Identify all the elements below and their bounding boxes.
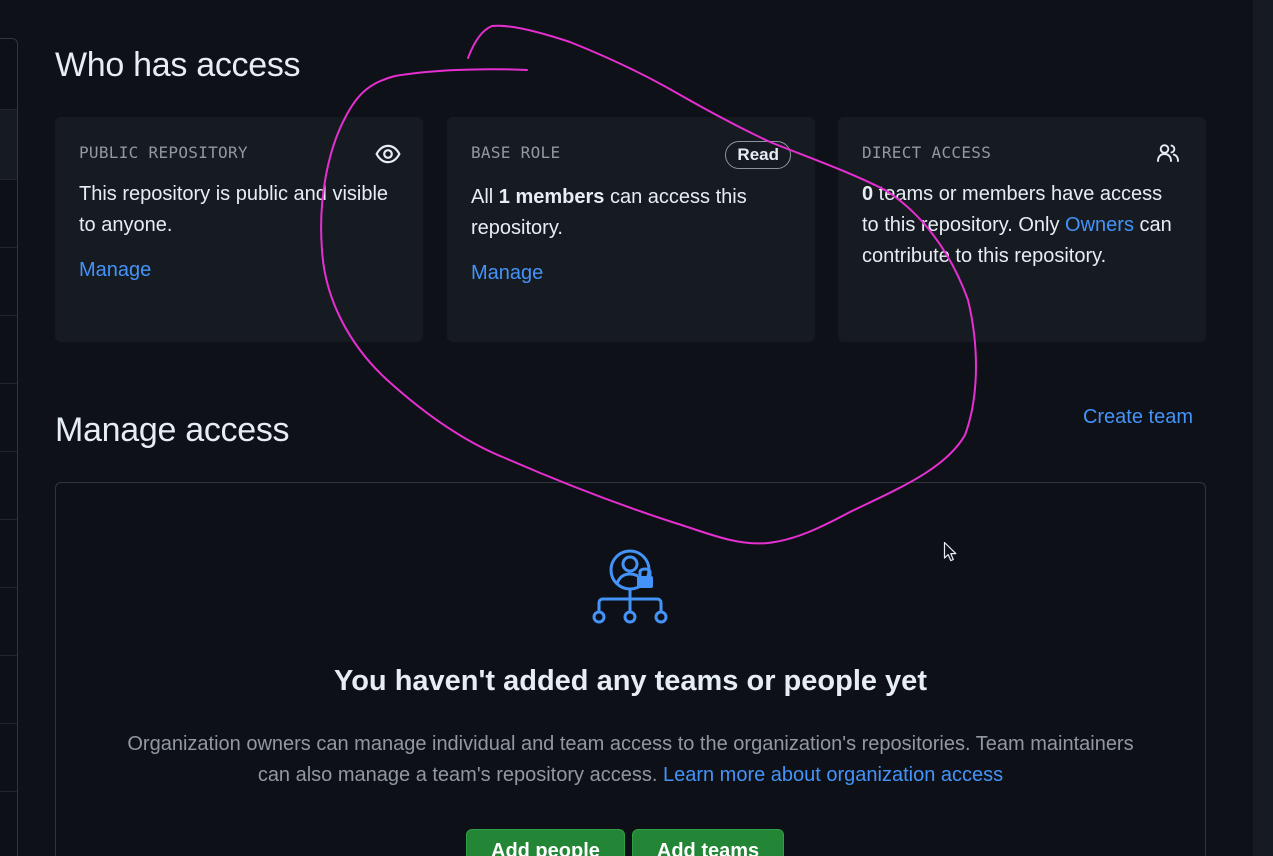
add-people-button[interactable]: Add people xyxy=(466,829,625,856)
person-lock-team-icon xyxy=(592,549,668,624)
sidebar-divider xyxy=(0,519,17,520)
create-team-link[interactable]: Create team xyxy=(1083,406,1193,429)
card-description: All 1 members can access this repository… xyxy=(471,182,791,244)
body-text: All xyxy=(471,186,499,208)
sidebar-divider xyxy=(0,451,17,452)
public-repository-card: PUBLIC REPOSITORY This repository is pub… xyxy=(55,117,423,342)
card-label: PUBLIC REPOSITORY xyxy=(79,143,248,162)
owners-link[interactable]: Owners xyxy=(1065,214,1134,236)
people-icon xyxy=(1157,144,1179,162)
sidebar-divider xyxy=(0,655,17,656)
scrollbar-track[interactable] xyxy=(1253,0,1273,856)
empty-state-title: You haven't added any teams or people ye… xyxy=(334,665,927,697)
mouse-cursor-icon xyxy=(943,541,957,562)
sidebar-divider xyxy=(0,315,17,316)
manage-access-heading: Manage access xyxy=(55,411,290,449)
sidebar-divider xyxy=(0,723,17,724)
sidebar-divider xyxy=(0,587,17,588)
manage-base-role-link[interactable]: Manage xyxy=(471,262,543,285)
sidebar-active-item[interactable] xyxy=(0,109,17,179)
add-teams-button[interactable]: Add teams xyxy=(631,829,785,856)
members-count: 1 members xyxy=(498,186,605,208)
settings-sidebar xyxy=(0,38,18,856)
manage-access-panel: You haven't added any teams or people ye… xyxy=(55,482,1206,856)
manage-visibility-link[interactable]: Manage xyxy=(79,259,151,282)
sidebar-divider xyxy=(0,791,17,792)
sidebar-divider xyxy=(0,179,17,180)
sidebar-divider xyxy=(0,109,17,110)
card-label: BASE ROLE xyxy=(471,143,561,162)
teams-count: 0 xyxy=(862,183,874,205)
card-label: DIRECT ACCESS xyxy=(862,143,992,162)
sidebar-divider xyxy=(0,383,17,384)
base-role-card: BASE ROLE Read All 1 members can access … xyxy=(447,117,815,342)
direct-access-card: DIRECT ACCESS 0 teams or members have ac… xyxy=(838,117,1206,342)
learn-more-link[interactable]: Learn more about organization access xyxy=(663,764,1003,786)
card-description: 0 teams or members have access to this r… xyxy=(862,179,1182,272)
empty-state-description: Organization owners can manage individua… xyxy=(116,729,1145,791)
card-description: This repository is public and visible to… xyxy=(79,183,389,236)
eye-icon xyxy=(375,144,401,164)
base-role-badge: Read xyxy=(725,141,791,169)
page: Who has access PUBLIC REPOSITORY This re… xyxy=(0,0,1273,856)
action-buttons: Add people Add teams xyxy=(466,829,785,856)
sidebar-divider xyxy=(0,247,17,248)
who-has-access-heading: Who has access xyxy=(55,46,301,84)
